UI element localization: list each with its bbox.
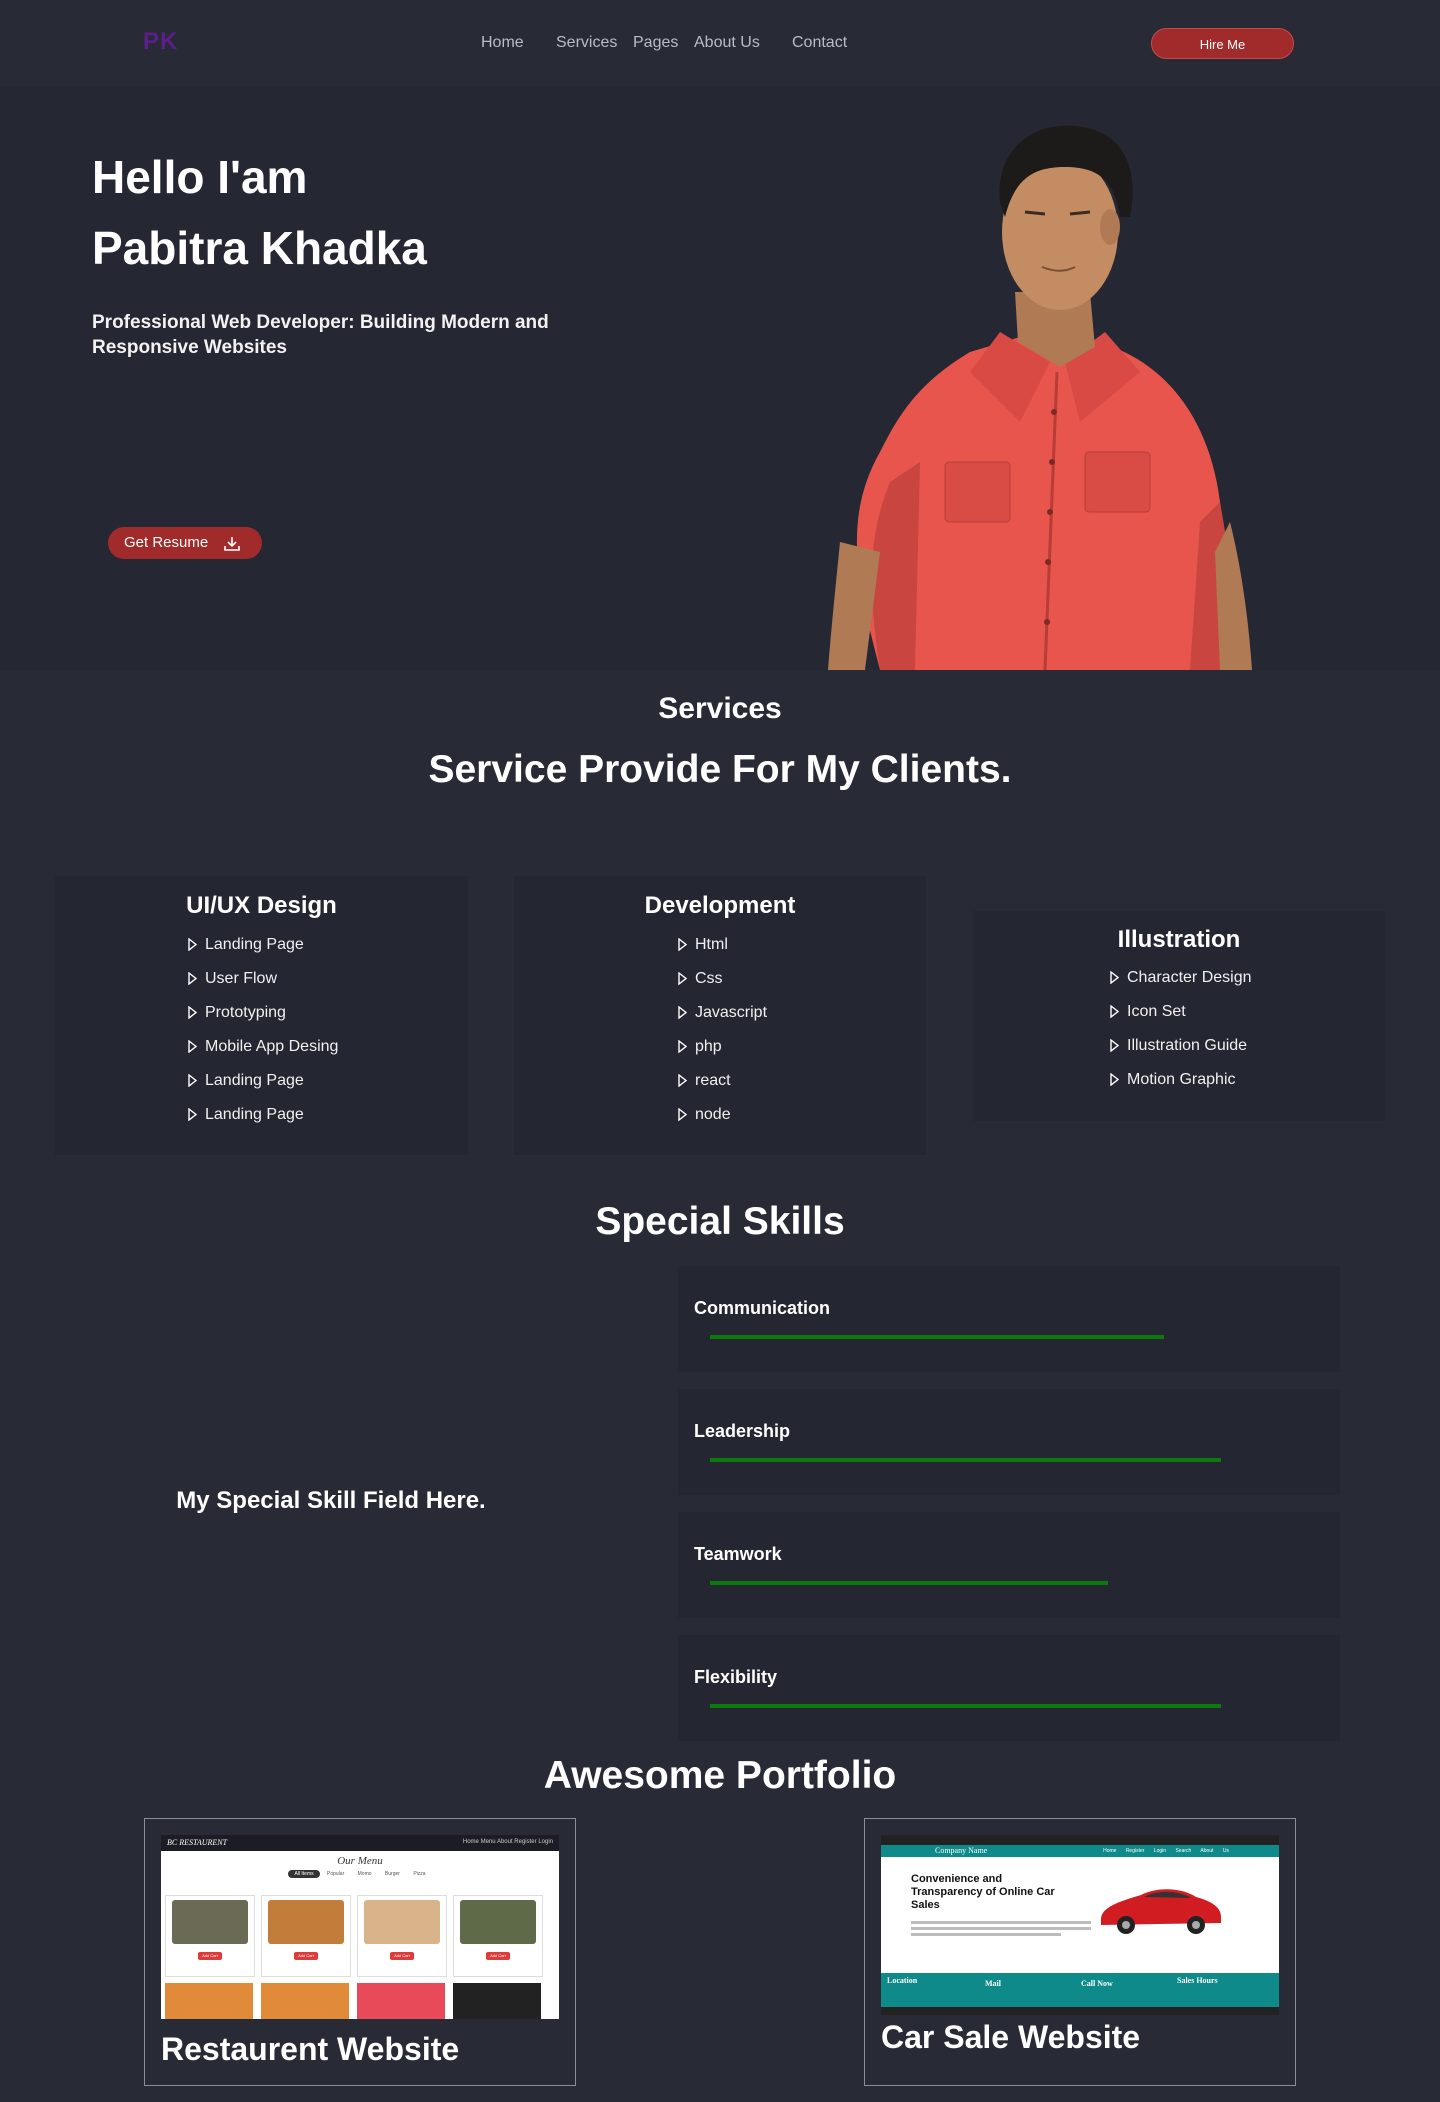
services-title: Service Provide For My Clients.	[428, 748, 1012, 791]
get-resume-label: Get Resume	[124, 534, 209, 551]
service-card-title: Development	[644, 892, 796, 919]
skill-bar	[710, 1335, 1278, 1339]
skill-bar	[710, 1581, 1278, 1585]
list-item: Landing Page	[188, 936, 338, 970]
service-card-uiux: UI/UX Design Landing Page User Flow Prot…	[55, 876, 468, 1155]
skill-name: Leadership	[694, 1421, 791, 1441]
services-label: Services	[658, 692, 782, 725]
triangle-right-icon	[678, 1074, 687, 1087]
portfolio-item-name: Car Sale Website	[881, 2019, 1141, 2055]
triangle-right-icon	[188, 1108, 197, 1121]
service-list: Character Design Icon Set Illustration G…	[1110, 969, 1252, 1105]
portrait-image	[828, 125, 1252, 670]
triangle-right-icon	[678, 938, 687, 951]
get-resume-button[interactable]: Get Resume	[108, 527, 262, 559]
triangle-right-icon	[678, 1006, 687, 1019]
list-item: Icon Set	[1110, 1003, 1252, 1037]
list-item: Prototyping	[188, 1004, 338, 1038]
skill-bar	[710, 1704, 1278, 1708]
skill-name: Teamwork	[694, 1544, 782, 1564]
hero-section: Hello I'am Pabitra Khadka Professional W…	[0, 86, 1440, 670]
restaurant-screenshot: BC RESTAURENT Home Menu About Register L…	[161, 1835, 559, 2019]
triangle-right-icon	[188, 938, 197, 951]
list-item: Javascript	[678, 1004, 767, 1038]
service-card-title: UI/UX Design	[186, 892, 337, 919]
list-item: Character Design	[1110, 969, 1252, 1003]
skill-bar	[710, 1458, 1278, 1462]
triangle-right-icon	[188, 1074, 197, 1087]
triangle-right-icon	[188, 1040, 197, 1053]
triangle-right-icon	[678, 1040, 687, 1053]
skill-bar-fill	[710, 1704, 1222, 1708]
skill-card: Leadership	[678, 1389, 1340, 1495]
hero-greeting: Hello I'am	[92, 151, 308, 203]
nav-link-pages[interactable]: Pages	[633, 34, 678, 52]
nav-link-about[interactable]: About Us	[694, 34, 760, 52]
service-list: Html Css Javascript php react node	[678, 936, 767, 1140]
nav-link-contact[interactable]: Contact	[792, 34, 847, 52]
download-icon	[224, 537, 240, 551]
nav-link-services[interactable]: Services	[556, 34, 617, 52]
triangle-right-icon	[1110, 1039, 1119, 1052]
triangle-right-icon	[1110, 1073, 1119, 1086]
portfolio-item-name: Restaurent Website	[161, 2031, 460, 2067]
skill-bar-fill	[710, 1581, 1108, 1585]
triangle-right-icon	[678, 972, 687, 985]
triangle-right-icon	[188, 1006, 197, 1019]
portfolio-title: Awesome Portfolio	[543, 1754, 897, 1797]
list-item: Landing Page	[188, 1072, 338, 1106]
skill-card: Teamwork	[678, 1512, 1340, 1618]
list-item: react	[678, 1072, 767, 1106]
list-item: Css	[678, 970, 767, 1004]
list-item: Mobile App Desing	[188, 1038, 338, 1072]
list-item: Motion Graphic	[1110, 1071, 1252, 1105]
triangle-right-icon	[678, 1108, 687, 1121]
triangle-right-icon	[188, 972, 197, 985]
list-item: Illustration Guide	[1110, 1037, 1252, 1071]
skill-card: Flexibility	[678, 1635, 1340, 1741]
portfolio-card-car-sale[interactable]: Company Name Home Register Login Search …	[864, 1818, 1296, 2086]
service-list: Landing Page User Flow Prototyping Mobil…	[188, 936, 338, 1140]
skill-bar-fill	[710, 1458, 1222, 1462]
skill-bar-fill	[710, 1335, 1165, 1339]
list-item: Landing Page	[188, 1106, 338, 1140]
hero-subtitle: Professional Web Developer: Building Mod…	[92, 312, 549, 358]
list-item: php	[678, 1038, 767, 1072]
hire-me-button[interactable]: Hire Me	[1151, 28, 1294, 59]
skills-side-text: My Special Skill Field Here.	[176, 1487, 486, 1514]
list-item: Html	[678, 936, 767, 970]
logo[interactable]: PK	[143, 28, 178, 56]
service-card-development: Development Html Css Javascript php reac…	[514, 876, 926, 1155]
skill-card: Communication	[678, 1266, 1340, 1372]
top-nav: PK Home Services Pages About Us Contact …	[0, 0, 1440, 86]
portfolio-card-restaurant[interactable]: BC RESTAURENT Home Menu About Register L…	[144, 1818, 576, 2086]
hero-name: Pabitra Khadka	[92, 222, 427, 274]
list-item: node	[678, 1106, 767, 1140]
list-item: User Flow	[188, 970, 338, 1004]
skill-name: Flexibility	[694, 1667, 778, 1687]
triangle-right-icon	[1110, 1005, 1119, 1018]
nav-link-home[interactable]: Home	[481, 34, 524, 52]
triangle-right-icon	[1110, 971, 1119, 984]
skills-title: Special Skills	[595, 1200, 845, 1243]
service-card-illustration: Illustration Character Design Icon Set I…	[973, 911, 1385, 1121]
service-card-title: Illustration	[1117, 926, 1241, 953]
skill-name: Communication	[694, 1298, 831, 1318]
car-sale-screenshot: Company Name Home Register Login Search …	[881, 1835, 1279, 2015]
